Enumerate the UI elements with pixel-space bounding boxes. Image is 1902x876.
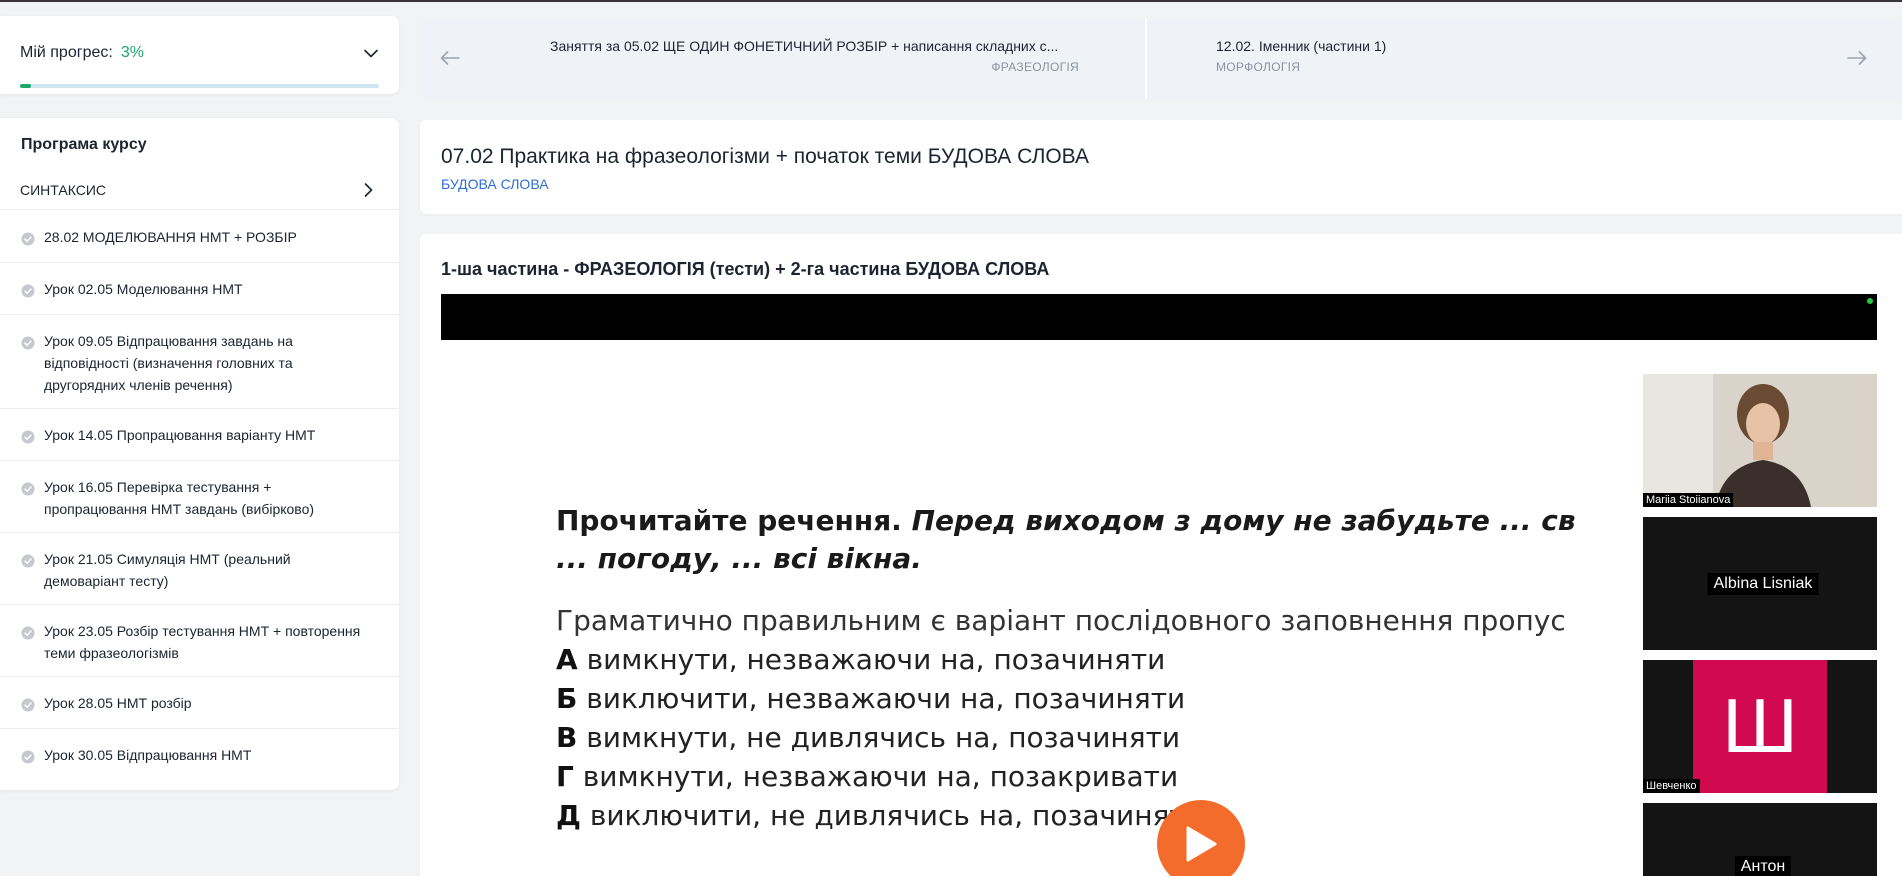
course-program: Програма курсу СИНТАКСИС 28.02 МОДЕЛЮВАН… (0, 118, 399, 790)
option-text: вимкнути, незважаючи на, позачиняти (586, 643, 1166, 676)
lesson-title: Урок 09.05 Відпрацювання завдань на відп… (44, 333, 293, 393)
lesson-item[interactable]: Урок 14.05 Пропрацювання варіанту НМТ (0, 409, 399, 461)
option-text: виключити, незважаючи на, позачиняти (586, 682, 1186, 715)
check-circle-icon (21, 748, 35, 764)
lesson-list: 28.02 МОДЕЛЮВАННЯ НМТ + РОЗБІР Урок 02.0… (0, 211, 399, 781)
slide-question-line-2: ... погоду, ... всі вікна. (556, 542, 922, 575)
option-letter: Б (556, 682, 578, 715)
option-text: виключити, не дивлячись на, позачиняти (589, 799, 1204, 832)
check-circle-icon (21, 480, 35, 496)
lesson-item[interactable]: Урок 30.05 Відпрацювання НМТ (0, 729, 399, 781)
lesson-title: Урок 21.05 Симуляція НМТ (реальний демов… (44, 551, 291, 589)
lesson-content: 1-ша частина - ФРАЗЕОЛОГІЯ (тести) + 2-г… (420, 234, 1902, 876)
lesson-navigation: Заняття за 05.02 ЩЕ ОДИН ФОНЕТИЧНИЙ РОЗБ… (420, 18, 1902, 98)
participant-tile: Антон (1643, 803, 1877, 876)
lesson-item[interactable]: Урок 28.05 НМТ розбір (0, 677, 399, 729)
progress-label: Мій прогрес: (20, 44, 113, 61)
participant-tile: Mariia Stoiianova (1643, 374, 1877, 507)
option-letter: В (556, 721, 578, 754)
arrow-right-icon[interactable] (1812, 18, 1902, 98)
check-circle-icon (21, 624, 35, 640)
lesson-title: Урок 30.05 Відпрацювання НМТ (44, 747, 252, 763)
progress-card: Мій прогрес: 3% (0, 16, 399, 94)
next-lesson-topic: МОРФОЛОГІЯ (1216, 60, 1301, 74)
chevron-down-icon[interactable] (363, 45, 379, 61)
check-circle-icon (21, 282, 35, 298)
lesson-item[interactable]: Урок 23.05 Розбір тестування НМТ + повто… (0, 605, 399, 677)
check-circle-icon (21, 696, 35, 712)
lesson-title: Урок 14.05 Пропрацювання варіанту НМТ (44, 427, 316, 443)
lesson-title: Урок 02.05 Моделювання НМТ (44, 281, 243, 297)
lesson-header: 07.02 Практика на фразеологізми + почато… (420, 120, 1902, 214)
video-top-bar (441, 294, 1877, 340)
next-lesson-title: 12.02. Іменник (частини 1) (1216, 38, 1387, 54)
participant-tile: Albina Lisniak (1643, 517, 1877, 650)
lesson-item[interactable]: Урок 02.05 Моделювання НМТ (0, 263, 399, 315)
chevron-right-icon (364, 182, 373, 197)
previous-lesson-link[interactable]: Заняття за 05.02 ЩЕ ОДИН ФОНЕТИЧНИЙ РОЗБ… (480, 18, 1147, 98)
progress-bar-fill (20, 84, 31, 88)
slide-question-prefix: Прочитайте речення. (556, 504, 902, 537)
previous-lesson-topic: ФРАЗЕОЛОГІЯ (991, 60, 1079, 74)
recording-indicator (1867, 298, 1873, 304)
slide-question-line-1: Перед виходом з дому не забудьте ... св (911, 504, 1576, 537)
section-label: СИНТАКСИС (20, 181, 106, 198)
participant-name: Albina Lisniak (1707, 572, 1819, 595)
participant-gallery: Mariia Stoiianova Albina Lisniak Ш Шевче… (1643, 340, 1877, 876)
option-letter: Г (556, 760, 574, 793)
participant-name: Антон (1734, 856, 1792, 876)
option-text: вимкнути, не дивлячись на, позачиняти (586, 721, 1181, 754)
page-title: 07.02 Практика на фразеологізми + почато… (441, 145, 1089, 168)
progress-row[interactable]: Мій прогрес: 3% (20, 44, 379, 62)
check-circle-icon (21, 552, 35, 568)
option-letter: Д (556, 799, 581, 832)
lesson-title: Урок 16.05 Перевірка тестування + пропра… (44, 479, 315, 517)
lesson-item[interactable]: Урок 09.05 Відпрацювання завдань на відп… (0, 315, 399, 409)
section-selector[interactable]: СИНТАКСИС (0, 170, 399, 210)
avatar-letter: Ш (1721, 684, 1799, 769)
lesson-item[interactable]: Урок 16.05 Перевірка тестування + пропра… (0, 461, 399, 533)
participant-name: Mariia Stoiianova (1643, 493, 1734, 507)
option-letter: А (556, 643, 578, 676)
lesson-topic-link[interactable]: БУДОВА СЛОВА (441, 176, 549, 192)
lesson-item[interactable]: 28.02 МОДЕЛЮВАННЯ НМТ + РОЗБІР (0, 211, 399, 263)
lesson-title: Урок 28.05 НМТ розбір (44, 695, 192, 711)
next-lesson-link[interactable]: 12.02. Іменник (частини 1) МОРФОЛОГІЯ (1147, 18, 1812, 98)
lesson-item[interactable]: Урок 21.05 Симуляція НМТ (реальний демов… (0, 533, 399, 605)
video-heading: 1-ша частина - ФРАЗЕОЛОГІЯ (тести) + 2-г… (441, 259, 1050, 279)
play-icon (1186, 826, 1217, 862)
check-circle-icon (21, 230, 35, 246)
arrow-left-icon[interactable] (420, 18, 480, 98)
course-program-title: Програма курсу (21, 136, 147, 153)
participant-video-icon (1643, 374, 1877, 507)
check-circle-icon (21, 334, 35, 350)
participant-tile: Ш Шевченко (1643, 660, 1877, 793)
lesson-title: 28.02 МОДЕЛЮВАННЯ НМТ + РОЗБІР (44, 229, 297, 245)
progress-value: 3% (120, 44, 144, 61)
option-text: вимкнути, незважаючи на, позакривати (582, 760, 1179, 793)
previous-lesson-title: Заняття за 05.02 ЩЕ ОДИН ФОНЕТИЧНИЙ РОЗБ… (550, 38, 1059, 54)
video-player[interactable]: Прочитайте речення. Перед виходом з дому… (441, 340, 1877, 876)
participant-name: Шевченко (1643, 779, 1700, 793)
avatar: Ш (1693, 660, 1827, 793)
check-circle-icon (21, 428, 35, 444)
progress-bar (20, 84, 379, 88)
lesson-title: Урок 23.05 Розбір тестування НМТ + повто… (44, 623, 361, 661)
